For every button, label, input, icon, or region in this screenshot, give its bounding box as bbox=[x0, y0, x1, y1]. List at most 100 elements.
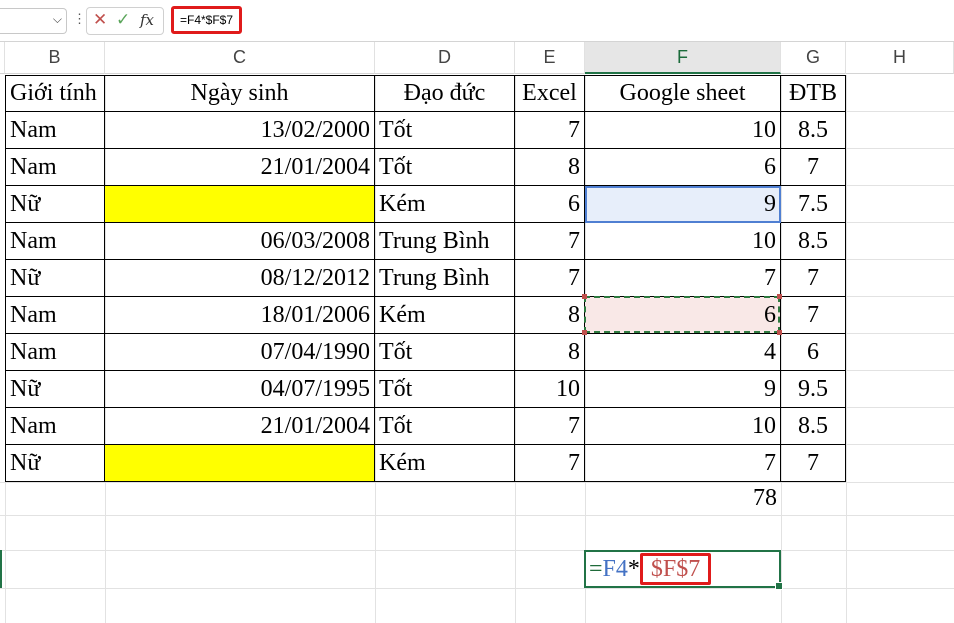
gridline-h bbox=[846, 259, 954, 260]
cell-excel[interactable]: 8 bbox=[515, 297, 585, 334]
cell-gender[interactable]: Nam bbox=[5, 112, 105, 149]
enter-icon[interactable]: ✓ bbox=[116, 10, 130, 30]
cell-average[interactable]: 7 bbox=[781, 445, 846, 482]
cell-birthdate[interactable]: 13/02/2000 bbox=[105, 112, 375, 149]
cell-excel[interactable]: 8 bbox=[515, 149, 585, 186]
cell-google-sheet[interactable]: 9 bbox=[585, 371, 781, 408]
cell-birthdate[interactable] bbox=[105, 186, 375, 223]
cell-conduct[interactable]: Tốt bbox=[375, 149, 515, 186]
col-header-g[interactable]: G bbox=[781, 42, 846, 74]
col-header-b[interactable]: B bbox=[5, 42, 105, 74]
col-header-f[interactable]: F bbox=[585, 42, 781, 74]
cell-excel[interactable]: 8 bbox=[515, 334, 585, 371]
cell-excel[interactable]: 7 bbox=[515, 260, 585, 297]
col-header-h[interactable]: H bbox=[846, 42, 954, 74]
cell-gender[interactable]: Nam bbox=[5, 408, 105, 445]
cell-conduct[interactable]: Kém bbox=[375, 297, 515, 334]
cell-gender[interactable]: Nữ bbox=[5, 260, 105, 297]
cell-average[interactable]: 7 bbox=[781, 149, 846, 186]
cell-conduct[interactable]: Kém bbox=[375, 445, 515, 482]
gridline-h bbox=[846, 444, 954, 445]
cell-conduct[interactable]: Tốt bbox=[375, 112, 515, 149]
formula-eq: = bbox=[589, 556, 603, 582]
gridline-h bbox=[0, 588, 954, 589]
cell-excel[interactable]: 10 bbox=[515, 371, 585, 408]
formula-ref-f7: $F$7 bbox=[639, 553, 712, 585]
chevron-down-icon[interactable]: ⌵ bbox=[53, 12, 62, 27]
header-cell-gender[interactable]: Giới tính bbox=[5, 75, 105, 112]
cell-conduct[interactable]: Trung Bình bbox=[375, 260, 515, 297]
cell-birthdate[interactable]: 21/01/2004 bbox=[105, 408, 375, 445]
cell-birthdate[interactable]: 07/04/1990 bbox=[105, 334, 375, 371]
formula-ref-f4: F4 bbox=[602, 556, 628, 582]
cell-google-sheet[interactable]: 10 bbox=[585, 408, 781, 445]
cell-google-sheet[interactable]: 6 bbox=[585, 297, 781, 334]
header-cell-google-sheet[interactable]: Google sheet bbox=[585, 75, 781, 112]
cell-average[interactable]: 8.5 bbox=[781, 112, 846, 149]
more-options-icon[interactable]: ⋮ bbox=[73, 11, 86, 27]
formula-buttons: ✕ ✓ fx bbox=[86, 7, 164, 35]
gridline-h bbox=[846, 222, 954, 223]
cell-birthdate[interactable]: 04/07/1995 bbox=[105, 371, 375, 408]
header-cell-birthdate[interactable]: Ngày sinh bbox=[105, 75, 375, 112]
cell-gender[interactable]: Nam bbox=[5, 149, 105, 186]
gridline-h bbox=[0, 515, 954, 516]
cell-birthdate[interactable] bbox=[105, 445, 375, 482]
total-cell[interactable]: 78 bbox=[585, 482, 781, 515]
cell-average[interactable]: 6 bbox=[781, 334, 846, 371]
header-cell-excel[interactable]: Excel bbox=[515, 75, 585, 112]
formula-input[interactable]: =F4*$F$7 bbox=[171, 6, 243, 34]
cell-birthdate[interactable]: 06/03/2008 bbox=[105, 223, 375, 260]
cell-average[interactable]: 8.5 bbox=[781, 408, 846, 445]
gridline-h bbox=[846, 407, 954, 408]
cell-gender[interactable]: Nam bbox=[5, 223, 105, 260]
gridline-h bbox=[0, 482, 954, 483]
cell-birthdate[interactable]: 18/01/2006 bbox=[105, 297, 375, 334]
cell-gender[interactable]: Nam bbox=[5, 297, 105, 334]
cell-google-sheet[interactable]: 6 bbox=[585, 149, 781, 186]
insert-function-icon[interactable]: fx bbox=[140, 11, 154, 29]
fill-handle[interactable] bbox=[775, 582, 783, 590]
cell-average[interactable]: 7 bbox=[781, 260, 846, 297]
cell-gender[interactable]: Nam bbox=[5, 334, 105, 371]
edit-formula[interactable]: =F4* $F$7 bbox=[589, 553, 712, 585]
gridline-v bbox=[846, 75, 847, 623]
cancel-icon[interactable]: ✕ bbox=[93, 10, 107, 30]
cell-excel[interactable]: 6 bbox=[515, 186, 585, 223]
cell-conduct[interactable]: Tốt bbox=[375, 408, 515, 445]
cell-gender[interactable]: Nữ bbox=[5, 371, 105, 408]
cell-gender[interactable]: Nữ bbox=[5, 445, 105, 482]
cell-conduct[interactable]: Tốt bbox=[375, 334, 515, 371]
cell-average[interactable]: 8.5 bbox=[781, 223, 846, 260]
cell-average[interactable]: 9.5 bbox=[781, 371, 846, 408]
cell-conduct[interactable]: Kém bbox=[375, 186, 515, 223]
gridline-h bbox=[0, 550, 954, 551]
cell-birthdate[interactable]: 08/12/2012 bbox=[105, 260, 375, 297]
col-header-c[interactable]: C bbox=[105, 42, 375, 74]
cell-excel[interactable]: 7 bbox=[515, 223, 585, 260]
cell-google-sheet[interactable]: 9 bbox=[585, 186, 781, 223]
name-box[interactable]: ⌵ bbox=[0, 8, 67, 34]
cell-conduct[interactable]: Trung Bình bbox=[375, 223, 515, 260]
marquee-corner bbox=[777, 330, 782, 335]
header-cell-average[interactable]: ĐTB bbox=[781, 75, 846, 112]
cell-excel[interactable]: 7 bbox=[515, 408, 585, 445]
cell-google-sheet[interactable]: 10 bbox=[585, 112, 781, 149]
col-header-e[interactable]: E bbox=[515, 42, 585, 74]
cell-google-sheet[interactable]: 7 bbox=[585, 445, 781, 482]
cell-average[interactable]: 7 bbox=[781, 297, 846, 334]
cell-google-sheet[interactable]: 4 bbox=[585, 334, 781, 371]
cell-google-sheet[interactable]: 10 bbox=[585, 223, 781, 260]
marquee-corner bbox=[582, 330, 587, 335]
cell-google-sheet[interactable]: 7 bbox=[585, 260, 781, 297]
col-header-d[interactable]: D bbox=[375, 42, 515, 74]
cell-gender[interactable]: Nữ bbox=[5, 186, 105, 223]
header-cell-conduct[interactable]: Đạo đức bbox=[375, 75, 515, 112]
cell-excel[interactable]: 7 bbox=[515, 112, 585, 149]
cell-conduct[interactable]: Tốt bbox=[375, 371, 515, 408]
cell-excel[interactable]: 7 bbox=[515, 445, 585, 482]
cell-average[interactable]: 7.5 bbox=[781, 186, 846, 223]
cell-birthdate[interactable]: 21/01/2004 bbox=[105, 149, 375, 186]
gridline-h bbox=[846, 111, 954, 112]
marquee-corner bbox=[582, 294, 587, 299]
